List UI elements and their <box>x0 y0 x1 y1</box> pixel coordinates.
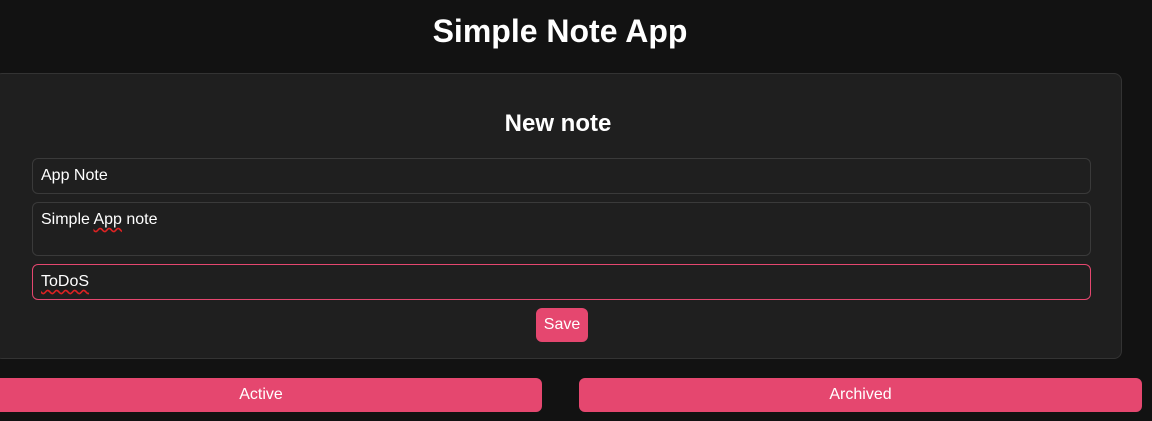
save-button[interactable]: Save <box>536 308 588 342</box>
body-text-misspelled: App <box>93 211 122 228</box>
title-value: App Note <box>41 167 108 184</box>
body-text: Simple <box>41 211 94 228</box>
tags-value: ToDoS <box>41 273 90 290</box>
note-title-input[interactable]: App Note <box>32 158 1091 194</box>
form-heading: New note <box>504 110 612 137</box>
tab-archived[interactable]: Archived <box>579 378 1142 412</box>
note-body-textarea[interactable]: Simple App note <box>32 202 1091 256</box>
body-text: note <box>121 211 158 228</box>
new-note-card: New note App Note Simple App note ToDoS … <box>0 73 1122 359</box>
note-tags-input[interactable]: ToDoS <box>32 264 1091 300</box>
app-title: Simple Note App <box>432 13 688 49</box>
tab-active[interactable]: Active <box>0 378 542 412</box>
